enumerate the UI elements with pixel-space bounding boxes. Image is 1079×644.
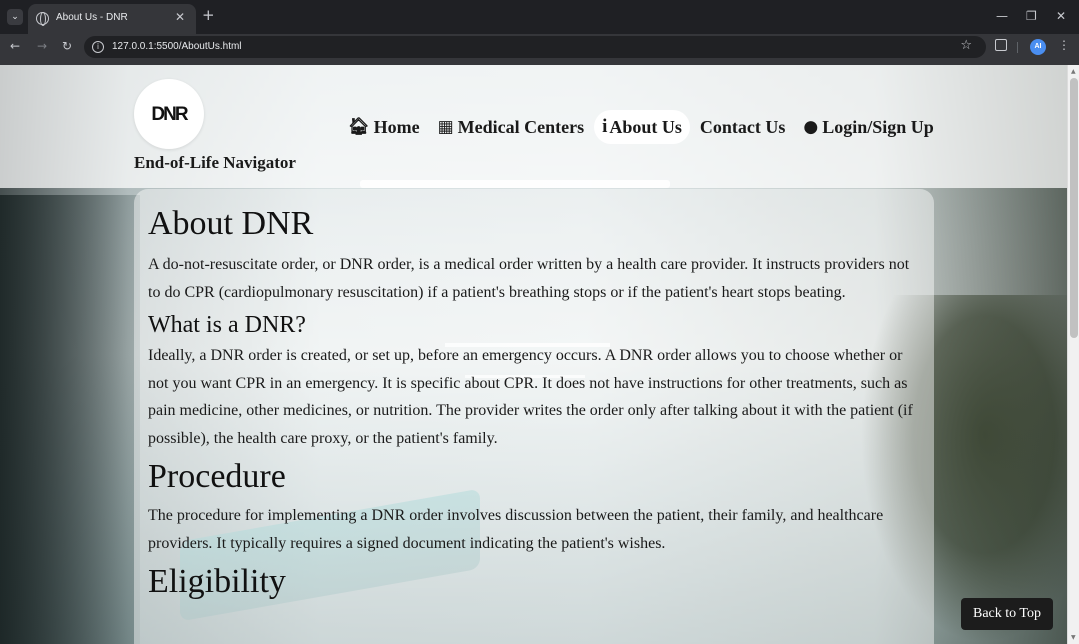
nav-item-contact-us[interactable]: Contact Us (692, 111, 794, 144)
page-scrollbar[interactable]: ▲ ▼ (1067, 65, 1079, 644)
browser-tab[interactable]: About Us - DNR ✕ (28, 4, 196, 34)
eligibility-heading: Eligibility (148, 563, 286, 600)
back-to-top-button[interactable]: Back to Top (961, 598, 1053, 630)
what-is-dnr-heading: What is a DNR? (148, 312, 306, 338)
procedure-heading: Procedure (148, 458, 286, 495)
profile-avatar[interactable]: AI (1030, 39, 1046, 55)
site-header: DNR End-of-Life Navigator 🏠︎ Home ▦ Medi… (0, 65, 1067, 188)
nav-label: Medical Centers (457, 116, 585, 137)
nav-label: About Us (609, 116, 682, 137)
site-logo[interactable]: DNR (134, 79, 204, 149)
nav-label: Home (373, 116, 420, 137)
nav-item-about-us[interactable]: i About Us (594, 110, 690, 144)
close-icon[interactable]: ✕ (175, 10, 185, 24)
minimize-icon[interactable]: — (996, 9, 1008, 23)
reload-icon[interactable]: ↻ (62, 39, 72, 53)
url-text[interactable]: 127.0.0.1:5500/AboutUs.html (112, 41, 242, 52)
toolbar-divider (1017, 42, 1018, 53)
scroll-up-icon[interactable]: ▲ (1071, 68, 1076, 75)
address-bar[interactable]: i 127.0.0.1:5500/AboutUs.html ☆ (84, 36, 986, 58)
browser-toolbar: ← → ↻ i 127.0.0.1:5500/AboutUs.html ☆ AI… (0, 34, 1079, 60)
info-icon: i (602, 116, 608, 137)
nav-item-login[interactable]: ● Login/Sign Up (795, 111, 941, 144)
browser-tab-bar: ⌄ About Us - DNR ✕ + — ❐ ✕ (0, 0, 1079, 34)
kebab-menu-icon[interactable]: ⋮ (1058, 38, 1070, 52)
nav-item-medical-centers[interactable]: ▦ Medical Centers (430, 111, 593, 144)
restore-icon[interactable]: ❐ (1026, 9, 1037, 23)
procedure-paragraph: The procedure for implementing a DNR ord… (148, 507, 884, 552)
main-nav: 🏠︎ Home ▦ Medical Centers i About Us Con… (340, 110, 944, 144)
about-paragraph: A do-not-resuscitate order, or DNR order… (148, 256, 910, 301)
arrow-left-icon[interactable]: ← (10, 39, 20, 53)
content-card: About DNR A do-not-resuscitate order, or… (134, 189, 934, 644)
site-name: End-of-Life Navigator (134, 153, 296, 172)
scroll-down-icon[interactable]: ▼ (1071, 634, 1076, 641)
logo-text: DNR (151, 104, 188, 125)
hospital-icon: ▦ (437, 117, 454, 137)
nav-item-home[interactable]: 🏠︎ Home (340, 111, 428, 144)
background-wall (0, 195, 140, 644)
home-icon: 🏠︎ (348, 117, 370, 137)
globe-icon (36, 12, 49, 26)
user-icon: ● (803, 117, 819, 137)
close-window-icon[interactable]: ✕ (1056, 9, 1066, 23)
tab-title: About Us - DNR (56, 12, 128, 23)
info-icon[interactable]: i (92, 41, 104, 53)
puzzle-icon[interactable] (995, 39, 1007, 51)
plus-icon[interactable]: + (202, 6, 215, 24)
nav-label: Login/Sign Up (822, 116, 934, 137)
about-heading: About DNR (148, 205, 314, 242)
star-icon[interactable]: ☆ (960, 38, 972, 53)
page-viewport: DNR End-of-Life Navigator 🏠︎ Home ▦ Medi… (0, 65, 1067, 644)
scrollbar-thumb[interactable] (1070, 78, 1078, 338)
arrow-right-icon[interactable]: → (37, 39, 47, 53)
nav-label: Contact Us (699, 116, 786, 137)
what-is-dnr-paragraph: Ideally, a DNR order is created, or set … (148, 347, 913, 447)
chevron-down-icon[interactable]: ⌄ (7, 9, 23, 25)
